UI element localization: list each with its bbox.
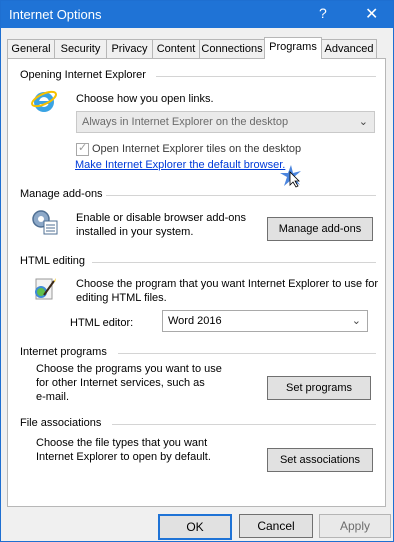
opening-description: Choose how you open links. bbox=[76, 93, 214, 105]
divider bbox=[118, 353, 376, 354]
tab-connections[interactable]: Connections bbox=[199, 39, 265, 58]
html-editing-line1: Choose the program that you want Interne… bbox=[76, 278, 379, 290]
close-button[interactable]: ✕ bbox=[365, 4, 378, 24]
html-editor-icon bbox=[30, 275, 58, 303]
tab-security[interactable]: Security bbox=[54, 39, 107, 58]
addons-line1: Enable or disable browser add-ons bbox=[76, 212, 246, 224]
help-button[interactable]: ? bbox=[319, 5, 327, 21]
title-bar: Internet Options ? ✕ bbox=[1, 1, 393, 28]
set-associations-button[interactable]: Set associations bbox=[267, 448, 373, 472]
group-title-addons: Manage add-ons bbox=[20, 188, 103, 200]
html-editing-line2: editing HTML files. bbox=[76, 292, 167, 304]
chevron-down-icon: ⌄ bbox=[358, 116, 368, 128]
default-browser-link[interactable]: Make Internet Explorer the default brows… bbox=[75, 159, 285, 171]
divider bbox=[156, 76, 376, 77]
internet-programs-line2: for other Internet services, such as bbox=[36, 377, 205, 389]
html-editor-dropdown[interactable]: Word 2016 ⌄ bbox=[162, 310, 368, 332]
addons-gear-icon bbox=[30, 207, 58, 235]
group-title-opening: Opening Internet Explorer bbox=[20, 69, 146, 81]
divider bbox=[112, 424, 376, 425]
tab-privacy[interactable]: Privacy bbox=[106, 39, 153, 58]
group-title-file-associations: File associations bbox=[20, 417, 102, 429]
window-title: Internet Options bbox=[9, 7, 102, 22]
ie-tiles-checkbox[interactable]: ✓ bbox=[76, 142, 89, 156]
cancel-button[interactable]: Cancel bbox=[239, 514, 313, 538]
tab-general[interactable]: General bbox=[7, 39, 55, 58]
programs-panel: Opening Internet Explorer Choose how you… bbox=[7, 58, 386, 507]
internet-options-window: Internet Options ? ✕ General Security Pr… bbox=[0, 0, 394, 542]
internet-programs-line3: e-mail. bbox=[36, 391, 70, 403]
chevron-down-icon: ⌄ bbox=[351, 315, 361, 327]
ok-button[interactable]: OK bbox=[158, 514, 232, 540]
divider bbox=[106, 195, 376, 196]
file-assoc-line2: Internet Explorer to open by default. bbox=[36, 451, 211, 463]
tab-content[interactable]: Content bbox=[152, 39, 200, 58]
checkmark-icon: ✓ bbox=[78, 142, 88, 154]
cursor-arrow-icon bbox=[278, 163, 304, 189]
manage-addons-button[interactable]: Manage add-ons bbox=[267, 217, 373, 241]
html-editor-value: Word 2016 bbox=[168, 315, 222, 327]
open-links-dropdown[interactable]: Always in Internet Explorer on the deskt… bbox=[76, 111, 375, 133]
internet-programs-line1: Choose the programs you want to use bbox=[36, 363, 222, 375]
group-title-html-editing: HTML editing bbox=[20, 255, 86, 267]
apply-button[interactable]: Apply bbox=[319, 514, 391, 538]
ie-tiles-label: Open Internet Explorer tiles on the desk… bbox=[92, 143, 302, 155]
group-title-internet-programs: Internet programs bbox=[20, 346, 107, 358]
html-editor-label: HTML editor: bbox=[70, 317, 134, 329]
ie-logo-icon bbox=[30, 87, 58, 115]
addons-line2: installed in your system. bbox=[76, 226, 194, 238]
divider bbox=[92, 262, 376, 263]
tab-advanced[interactable]: Advanced bbox=[321, 39, 377, 58]
open-links-value: Always in Internet Explorer on the deskt… bbox=[82, 116, 289, 128]
tab-programs[interactable]: Programs bbox=[264, 37, 322, 59]
set-programs-button[interactable]: Set programs bbox=[267, 376, 371, 400]
file-assoc-line1: Choose the file types that you want bbox=[36, 437, 208, 449]
